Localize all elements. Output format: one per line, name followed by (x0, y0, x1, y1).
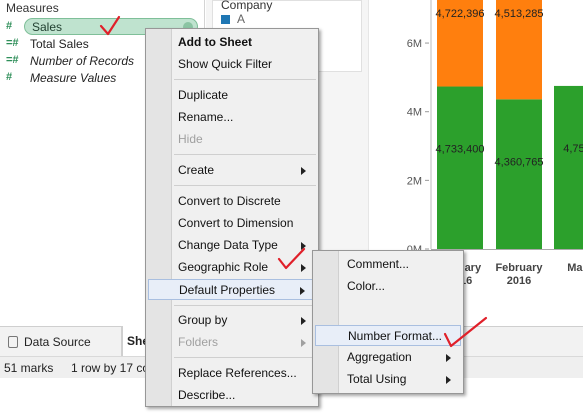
submenu-arrow-icon (301, 167, 306, 175)
calculated-measure-icon: =# (6, 54, 19, 66)
menu-item-convert-to-discrete[interactable]: Convert to Discrete (148, 191, 316, 212)
data-source-icon (8, 336, 18, 348)
checkmark-annotation-icon (99, 15, 121, 36)
field-label: Total Sales (30, 36, 89, 51)
field-measure-values[interactable]: # Measure Values (6, 69, 116, 86)
status-marks: 51 marks (4, 361, 54, 375)
menu-item-create[interactable]: Create (148, 160, 316, 181)
menu-item-comment[interactable]: Comment... (315, 254, 461, 275)
y-tick-label: 2M (407, 175, 422, 187)
field-label: Number of Records (30, 53, 135, 68)
submenu-arrow-icon (301, 317, 306, 325)
y-tick-label: 6M (407, 38, 422, 50)
menu-item-label: Total Using (347, 372, 407, 386)
menu-item-describe[interactable]: Describe... (148, 385, 316, 406)
menu-separator (174, 185, 316, 186)
field-label: Measure Values (30, 70, 117, 85)
menu-item-label: Folders (178, 335, 219, 349)
menu-item-label: Geographic Role (178, 260, 269, 274)
checkmark-annotation-icon (277, 247, 306, 270)
measures-header: Measures (6, 1, 59, 15)
submenu-arrow-icon (300, 287, 305, 295)
menu-separator (174, 79, 316, 80)
menu-item-convert-to-dimension[interactable]: Convert to Dimension (148, 213, 316, 234)
menu-item-default-properties[interactable]: Default Properties (148, 279, 316, 300)
tab-data-source[interactable]: Data Source (0, 327, 122, 357)
field-sales[interactable]: # (6, 18, 22, 35)
menu-separator (174, 357, 316, 358)
menu-item-total-using[interactable]: Total Using (315, 369, 461, 390)
menu-item-label: Group by (178, 313, 228, 327)
menu-item-number-format[interactable]: Number Format... (315, 325, 461, 346)
menu-item-add-to-sheet[interactable]: Add to Sheet (148, 32, 316, 53)
menu-item-hide[interactable]: Hide (148, 129, 316, 150)
menu-item-label: Create (178, 163, 215, 177)
y-tick-label: 4M (407, 107, 422, 119)
bar-data-label: 4,722,396 (436, 8, 485, 20)
menu-item-color[interactable]: Color... (315, 276, 461, 297)
bar-segment (554, 85, 583, 249)
legend-title: Company (221, 0, 273, 12)
bar-data-label: 4,513,285 (495, 8, 544, 20)
menu-item-aggregation[interactable]: Aggregation (315, 347, 461, 368)
sales-pill-label: Sales (32, 20, 63, 34)
calculated-measure-icon: =# (6, 37, 19, 49)
x-category-label: February (495, 262, 543, 274)
submenu-arrow-icon (446, 376, 451, 384)
submenu-arrow-icon (446, 354, 451, 362)
menu-separator (174, 305, 316, 306)
bar-data-label: 4,751 (563, 143, 583, 155)
menu-item-duplicate[interactable]: Duplicate (148, 85, 316, 106)
bar-segment (437, 86, 483, 250)
tab-label: Data Source (24, 335, 91, 349)
menu-item-show-quick-filter[interactable]: Show Quick Filter (148, 54, 316, 75)
legend-item-label: A (237, 12, 246, 26)
field-total-sales[interactable]: =# Total Sales (6, 35, 89, 52)
bar-segment (496, 99, 542, 249)
menu-item-label: Change Data Type (178, 238, 278, 252)
checkmark-annotation-icon (443, 316, 488, 348)
menu-separator (174, 154, 316, 155)
menu-item-label: Aggregation (347, 350, 412, 364)
x-category-label: Mar (567, 262, 583, 274)
menu-item-folders[interactable]: Folders (148, 332, 316, 353)
bar-data-label: 4,733,400 (436, 144, 485, 156)
menu-item-label: Default Properties (179, 283, 276, 297)
measure-icon: # (6, 71, 13, 83)
x-category-label: 2016 (507, 275, 531, 287)
menu-item-group-by[interactable]: Group by (148, 310, 316, 331)
measure-icon: # (6, 20, 13, 32)
submenu-arrow-icon (301, 339, 306, 347)
field-number-of-records[interactable]: =# Number of Records (6, 52, 134, 69)
menu-item-rename[interactable]: Rename... (148, 107, 316, 128)
status-rows: 1 row by 17 co (71, 361, 150, 375)
legend-swatch (221, 15, 230, 24)
bar-data-label: 4,360,765 (495, 156, 544, 168)
menu-item-replace-references[interactable]: Replace References... (148, 363, 316, 384)
field-context-menu: Add to Sheet Show Quick Filter Duplicate… (145, 28, 319, 407)
